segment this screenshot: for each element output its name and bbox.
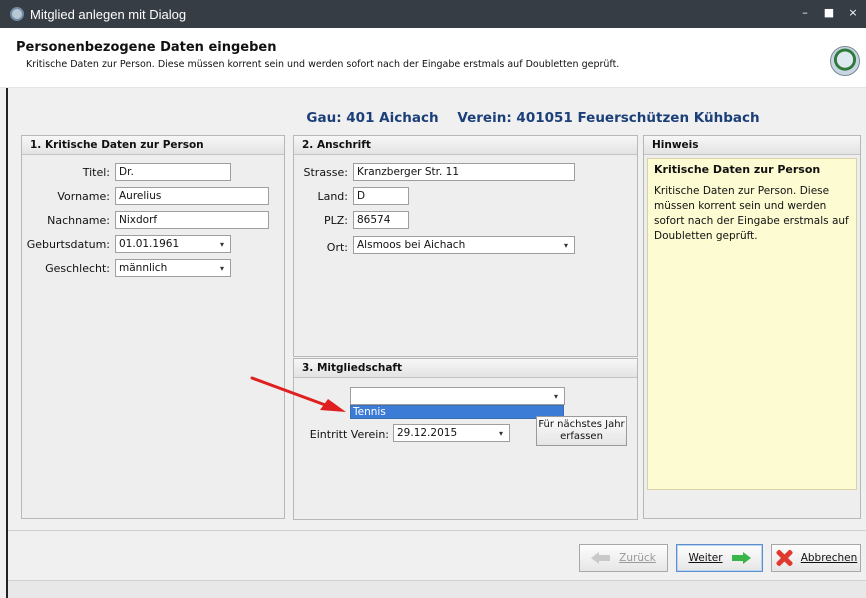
window-title: Mitglied anlegen mit Dialog [30, 6, 187, 22]
next-year-button[interactable]: Für nächstes Jahr erfassen [536, 416, 627, 446]
minimize-button[interactable]: – [798, 6, 812, 19]
strasse-label: Strasse: [303, 166, 349, 179]
eintritt-value: 29.12.2015 [397, 427, 458, 439]
window-controls: – ■ × [798, 6, 860, 19]
cancel-button[interactable]: Abbrechen [771, 544, 861, 572]
chevron-down-icon[interactable]: ▾ [499, 427, 503, 440]
address-panel-header: 2. Anschrift [294, 136, 637, 155]
geschlecht-value: männlich [119, 262, 168, 274]
close-button[interactable]: × [846, 6, 860, 19]
vorname-label: Vorname: [57, 190, 110, 203]
person-panel-header: 1. Kritische Daten zur Person [22, 136, 284, 155]
app-icon [10, 7, 24, 21]
club-logo-icon [830, 46, 860, 76]
arrow-right-icon [731, 552, 751, 564]
cancel-button-label: Abbrechen [800, 552, 858, 564]
nachname-field[interactable] [115, 211, 269, 229]
chevron-down-icon[interactable]: ▾ [554, 390, 558, 403]
land-field[interactable] [353, 187, 409, 205]
ort-value: Alsmoos bei Aichach [357, 239, 466, 251]
eintritt-label: Eintritt Verein: [309, 428, 389, 441]
plz-field[interactable] [353, 211, 409, 229]
vorname-field[interactable] [115, 187, 269, 205]
chevron-down-icon[interactable]: ▾ [220, 262, 224, 275]
geburtsdatum-value: 01.01.1961 [119, 238, 180, 250]
hint-panel-header: Hinweis [644, 136, 860, 155]
maximize-button[interactable]: ■ [822, 6, 836, 19]
page-title: Personenbezogene Daten eingeben [16, 40, 277, 55]
status-bar [8, 580, 866, 598]
back-button-label: Zurück [619, 552, 656, 564]
geschlecht-select[interactable]: männlich ▾ [115, 259, 231, 277]
ort-label: Ort: [326, 241, 348, 254]
ort-select[interactable]: Alsmoos bei Aichach ▾ [353, 236, 575, 254]
eintritt-picker[interactable]: 29.12.2015 ▾ [393, 424, 510, 442]
verein-label: Verein: 401051 Feuerschützen Kühbach [457, 110, 760, 126]
next-button[interactable]: Weiter [676, 544, 763, 572]
geburtsdatum-label: Geburtsdatum: [26, 238, 110, 251]
plz-label: PLZ: [323, 214, 348, 227]
next-button-label: Weiter [688, 552, 723, 564]
titel-label: Titel: [82, 166, 110, 179]
geburtsdatum-picker[interactable]: 01.01.1961 ▾ [115, 235, 231, 253]
sport-select[interactable]: ▾ [350, 387, 565, 405]
sport-dropdown-list: Tennis [350, 405, 564, 419]
nachname-label: Nachname: [47, 214, 110, 227]
gau-label: Gau: 401 Aichach [306, 110, 439, 126]
arrow-left-icon [591, 552, 611, 564]
chevron-down-icon[interactable]: ▾ [564, 239, 568, 252]
back-button[interactable]: Zurück [579, 544, 668, 572]
chevron-down-icon[interactable]: ▾ [220, 238, 224, 251]
hint-panel: Hinweis Kritische Daten zur Person Kriti… [643, 135, 861, 519]
page-subtitle: Kritische Daten zur Person. Diese müssen… [26, 59, 620, 70]
context-line: Gau: 401 Aichach Verein: 401051 Feuersch… [0, 110, 866, 130]
strasse-field[interactable] [353, 163, 575, 181]
annotation-arrow-icon [250, 376, 346, 412]
cancel-x-icon [775, 549, 793, 567]
window-titlebar: Mitglied anlegen mit Dialog – ■ × [0, 0, 866, 28]
hint-title: Kritische Daten zur Person [654, 163, 821, 176]
titel-field[interactable] [115, 163, 231, 181]
geschlecht-label: Geschlecht: [45, 262, 110, 275]
dropdown-option-tennis[interactable]: Tennis [351, 406, 563, 418]
left-edge-line [6, 88, 8, 598]
land-label: Land: [317, 190, 348, 203]
hint-box: Kritische Daten zur Person Kritische Dat… [647, 158, 857, 490]
header-banner: Personenbezogene Daten eingeben Kritisch… [0, 28, 866, 88]
hint-body: Kritische Daten zur Person. Diese müssen… [654, 185, 849, 242]
